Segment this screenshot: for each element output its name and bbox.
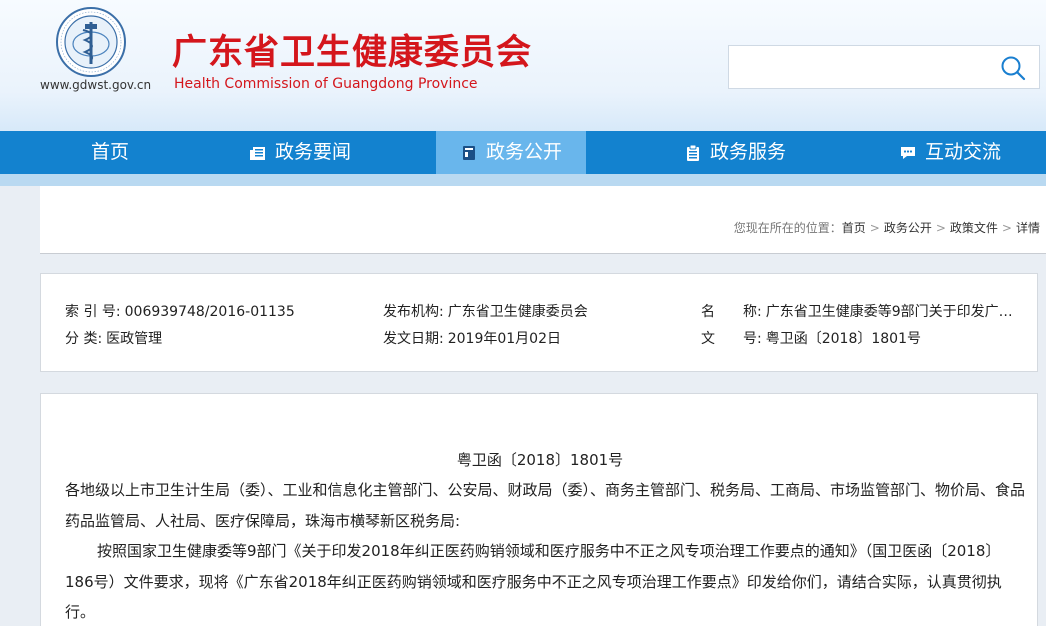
- breadcrumb-panel: 您现在所在的位置：首页 > 政务公开 > 政策文件 > 详情: [40, 186, 1046, 254]
- breadcrumb-item-details: 详情: [1015, 221, 1040, 235]
- chevron-right-icon: >: [935, 221, 946, 235]
- breadcrumb-item-policy-docs[interactable]: 政策文件: [950, 221, 998, 235]
- book-icon: [462, 145, 475, 160]
- breadcrumb-lead: 您现在所在的位置：: [733, 221, 842, 235]
- meta-label: 发布机构:: [383, 304, 444, 320]
- chevron-right-icon: >: [869, 221, 880, 235]
- breadcrumb-item-home[interactable]: 首页: [842, 221, 866, 235]
- nav-underline: [0, 174, 1046, 186]
- chat-icon: [900, 146, 915, 159]
- document-body: 各地级以上市卫生计生局（委）、工业和信息化主管部门、公安局、财政局（委）、商务主…: [65, 475, 1025, 626]
- meta-label: 名 称:: [701, 304, 762, 320]
- meta-value: 2019年01月02日: [447, 331, 561, 347]
- newspaper-icon: [249, 146, 265, 160]
- nav-label: 首页: [90, 141, 129, 163]
- meta-value: 医政管理: [106, 331, 163, 347]
- nav-item-interaction[interactable]: 互动交流: [880, 131, 1020, 174]
- meta-value: 粤卫函〔2018〕1801号: [765, 331, 921, 347]
- document-meta-panel: 索 引 号: 006939748/2016-01135 分 类: 医政管理 发布机构…: [40, 273, 1038, 372]
- nav-item-gov-affairs[interactable]: 政务公开: [436, 131, 586, 174]
- meta-document-number: 文 号: 粤卫函〔2018〕1801号: [701, 328, 1031, 348]
- meta-label: 分 类:: [65, 331, 103, 347]
- nav-item-home[interactable]: 首页: [40, 131, 180, 174]
- site-title[interactable]: 广东省卫生健康委员会: [172, 24, 532, 75]
- meta-index-number: 索 引 号: 006939748/2016-01135: [65, 301, 365, 321]
- breadcrumb-item-gov-affairs[interactable]: 政务公开: [884, 221, 932, 235]
- meta-issue-date: 发文日期: 2019年01月02日: [383, 328, 683, 348]
- nav-label: 政务服务: [709, 141, 786, 163]
- breadcrumb: 您现在所在的位置：首页 > 政务公开 > 政策文件 > 详情: [734, 219, 1040, 236]
- nav-label: 政务要闻: [274, 141, 351, 163]
- document-content-panel: 粤卫函〔2018〕1801号 各地级以上市卫生计生局（委）、工业和信息化主管部门…: [40, 393, 1038, 626]
- search-box: [728, 45, 1040, 89]
- nav-item-news[interactable]: 政务要闻: [225, 131, 375, 174]
- emblem-logo-icon[interactable]: [55, 6, 127, 78]
- meta-label: 文 号:: [701, 331, 762, 347]
- nav-label: 政务公开: [485, 141, 562, 163]
- clipboard-icon: [686, 144, 699, 161]
- site-header: www.gdwst.gov.cn 广东省卫生健康委员会 Health Commi…: [0, 0, 1046, 131]
- meta-label: 发文日期:: [383, 331, 444, 347]
- meta-value: 广东省卫生健康委员会: [447, 304, 588, 320]
- meta-value: 006939748/2016-01135: [124, 304, 295, 320]
- meta-label: 索 引 号:: [65, 304, 121, 320]
- nav-label: 互动交流: [924, 141, 1001, 163]
- site-subtitle: Health Commission of Guangdong Province: [174, 76, 478, 92]
- document-number: 粤卫函〔2018〕1801号: [456, 451, 624, 469]
- main-nav: 首页 政务要闻 政务公开 政务服务 互动交流: [0, 131, 1046, 174]
- nav-item-services[interactable]: 政务服务: [660, 131, 810, 174]
- meta-document-name: 名 称: 广东省卫生健康委等9部门关于印发广…: [701, 301, 1031, 321]
- meta-category: 分 类: 医政管理: [65, 328, 365, 348]
- document-salutation: 各地级以上市卫生计生局（委）、工业和信息化主管部门、公安局、财政局（委）、商务主…: [65, 481, 1026, 530]
- chevron-right-icon: >: [1001, 221, 1012, 235]
- meta-value: 广东省卫生健康委等9部门关于印发广…: [765, 304, 1013, 320]
- meta-publisher: 发布机构: 广东省卫生健康委员会: [383, 301, 683, 321]
- document-paragraph: 按照国家卫生健康委等9部门《关于印发2018年纠正医药购销领域和医疗服务中不正之…: [65, 542, 1002, 621]
- search-icon[interactable]: [999, 54, 1027, 82]
- site-url: www.gdwst.gov.cn: [40, 78, 152, 92]
- search-input[interactable]: [729, 46, 989, 88]
